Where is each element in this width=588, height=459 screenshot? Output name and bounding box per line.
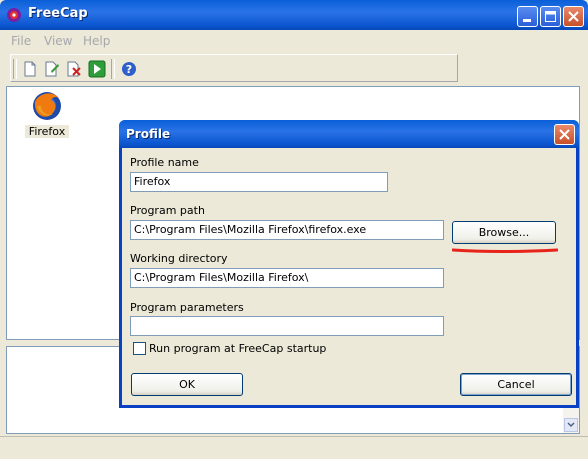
window-title: FreeCap bbox=[28, 6, 88, 21]
edit-profile-icon[interactable] bbox=[43, 60, 61, 78]
close-icon bbox=[568, 11, 579, 22]
menu-file[interactable]: File bbox=[11, 34, 31, 48]
profile-label: Firefox bbox=[25, 125, 69, 138]
browse-button[interactable]: Browse... bbox=[452, 221, 556, 244]
profile-dialog: Profile Profile name Firefox Program pat… bbox=[119, 120, 579, 408]
close-window-button[interactable] bbox=[563, 6, 584, 27]
profile-name-label: Profile name bbox=[130, 156, 199, 169]
program-path-field[interactable]: C:\Program Files\Mozilla Firefox\firefox… bbox=[130, 220, 444, 240]
svg-text:?: ? bbox=[126, 63, 132, 76]
minimize-button[interactable] bbox=[517, 6, 538, 27]
scroll-down-button[interactable] bbox=[564, 418, 578, 432]
status-bar bbox=[0, 436, 588, 459]
menu-bar: File View Help bbox=[0, 30, 588, 52]
menu-view[interactable]: View bbox=[44, 34, 72, 48]
dialog-close-button[interactable] bbox=[554, 124, 575, 145]
working-dir-field[interactable]: C:\Program Files\Mozilla Firefox\ bbox=[130, 268, 444, 288]
maximize-icon bbox=[545, 11, 556, 22]
red-highlight-mark bbox=[452, 248, 558, 253]
help-icon[interactable]: ? bbox=[120, 60, 138, 78]
toolbar: ? bbox=[10, 54, 458, 82]
delete-profile-icon[interactable] bbox=[65, 60, 83, 78]
menu-help[interactable]: Help bbox=[83, 34, 110, 48]
startup-checkbox[interactable] bbox=[133, 342, 146, 355]
title-bar[interactable]: FreeCap bbox=[0, 0, 588, 30]
cancel-button[interactable]: Cancel bbox=[460, 373, 572, 396]
program-params-label: Program parameters bbox=[130, 301, 244, 314]
profile-name-field[interactable]: Firefox bbox=[130, 172, 388, 192]
freecap-app-icon bbox=[7, 8, 21, 22]
run-icon[interactable] bbox=[88, 60, 106, 78]
toolbar-separator bbox=[111, 59, 115, 79]
firefox-icon bbox=[33, 92, 61, 120]
dialog-title-bar[interactable]: Profile bbox=[119, 120, 579, 148]
chevron-down-icon bbox=[567, 422, 575, 428]
maximize-button[interactable] bbox=[540, 6, 561, 27]
working-dir-label: Working directory bbox=[130, 252, 228, 265]
program-params-field[interactable] bbox=[130, 316, 444, 336]
toolbar-grip bbox=[13, 59, 17, 79]
close-icon bbox=[559, 129, 570, 140]
program-path-label: Program path bbox=[130, 204, 205, 217]
ok-button[interactable]: OK bbox=[131, 373, 243, 396]
startup-checkbox-label[interactable]: Run program at FreeCap startup bbox=[149, 342, 326, 355]
new-profile-icon[interactable] bbox=[21, 60, 39, 78]
minimize-icon bbox=[523, 19, 531, 22]
dialog-title: Profile bbox=[126, 127, 171, 141]
